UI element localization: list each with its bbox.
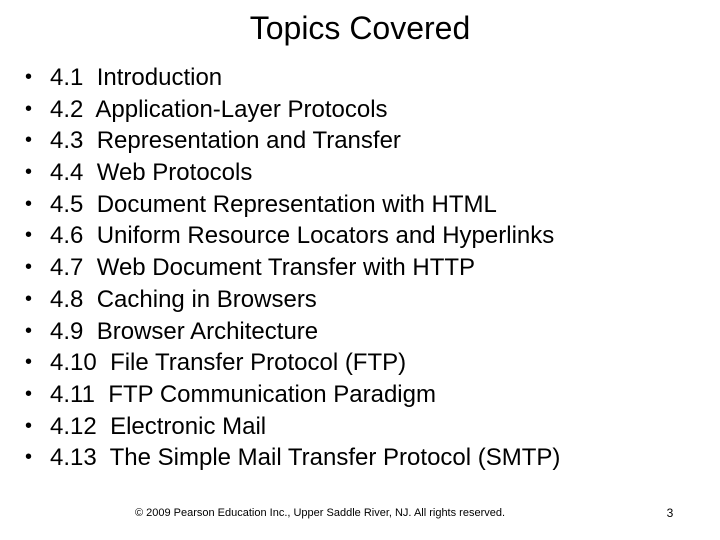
topic-spacer xyxy=(83,96,95,123)
topic-label: FTP Communication Paradigm xyxy=(108,380,436,408)
bullet-icon: • xyxy=(25,319,33,342)
bullet-icon: • xyxy=(25,351,33,374)
list-item: • 4.12 Electronic Mail xyxy=(20,411,700,443)
topic-number: 4.8 xyxy=(50,285,84,313)
topic-label: Web Protocols xyxy=(96,159,253,187)
topic-spacer xyxy=(83,64,96,91)
topic-label: Caching in Browsers xyxy=(96,285,317,313)
list-item: • 4.5 Document Representation with HTML xyxy=(20,189,700,221)
page-number: 3 xyxy=(666,506,674,520)
topic-label: Application-Layer Protocols xyxy=(95,95,388,123)
topic-label: Electronic Mail xyxy=(110,412,267,440)
slide: Topics Covered • 4.1 Introduction • 4.2 App… xyxy=(0,0,720,540)
topic-number: 4.2 xyxy=(50,95,84,123)
topic-spacer xyxy=(83,159,96,186)
list-item: • 4.11 FTP Communication Paradigm xyxy=(20,379,700,411)
topic-spacer xyxy=(83,286,96,313)
topic-number: 4.7 xyxy=(50,254,84,282)
topic-number: 4.5 xyxy=(50,190,84,218)
topic-spacer xyxy=(83,127,96,154)
list-item: • 4.13 The Simple Mail Transfer Protocol … xyxy=(20,442,700,474)
list-item: • 4.2 Application-Layer Protocols xyxy=(20,94,700,126)
topic-spacer xyxy=(83,191,96,218)
topic-label: Browser Architecture xyxy=(96,317,319,345)
list-item: • 4.8 Caching in Browsers xyxy=(20,284,700,316)
topic-number: 4.12 xyxy=(50,412,97,440)
bullet-icon: • xyxy=(25,446,33,469)
topic-label: Document Representation with HTML xyxy=(96,190,497,218)
list-item: • 4.4 Web Protocols xyxy=(20,157,700,189)
topic-label: Introduction xyxy=(96,64,223,91)
topic-label: The Simple Mail Transfer Protocol (SMTP) xyxy=(109,444,561,472)
topic-number: 4.10 xyxy=(50,349,97,377)
bullet-icon: • xyxy=(25,97,33,120)
topic-spacer xyxy=(83,254,96,281)
topic-number: 4.3 xyxy=(50,127,84,155)
topic-spacer xyxy=(83,318,96,345)
list-item: • 4.1 Introduction xyxy=(20,62,700,94)
topic-spacer xyxy=(97,444,110,471)
list-item: • 4.9 Browser Architecture xyxy=(20,316,700,348)
topic-number: 4.9 xyxy=(50,317,84,345)
topic-number: 4.4 xyxy=(50,159,84,187)
bullet-icon: • xyxy=(25,129,33,152)
topic-spacer xyxy=(97,413,110,440)
topic-spacer xyxy=(83,222,96,249)
bullet-icon: • xyxy=(25,224,33,247)
topic-spacer xyxy=(97,349,110,376)
topic-number: 4.13 xyxy=(50,444,97,472)
copyright-text: © 2009 Pearson Education Inc., Upper Sad… xyxy=(134,507,506,519)
bullet-icon: • xyxy=(25,382,33,405)
bullet-icon: • xyxy=(25,192,33,215)
topic-spacer xyxy=(95,381,108,408)
topic-list: • 4.1 Introduction • 4.2 Application-Layer … xyxy=(20,62,700,474)
bullet-icon: • xyxy=(25,414,33,437)
list-item: • 4.3 Representation and Transfer xyxy=(20,125,700,157)
list-item: • 4.10 File Transfer Protocol (FTP) xyxy=(20,347,700,379)
topic-number: 4.11 xyxy=(50,380,95,408)
list-item: • 4.7 Web Document Transfer with HTTP xyxy=(20,252,700,284)
bullet-icon: • xyxy=(25,66,33,88)
topic-label: Uniform Resource Locators and Hyperlinks xyxy=(96,222,555,250)
bullet-icon: • xyxy=(25,161,33,184)
topic-label: Representation and Transfer xyxy=(96,127,401,155)
bullet-icon: • xyxy=(25,287,33,310)
topic-label: File Transfer Protocol (FTP) xyxy=(110,349,407,377)
topic-number: 4.1 xyxy=(50,64,84,91)
topic-label: Web Document Transfer with HTTP xyxy=(96,254,476,282)
topic-number: 4.6 xyxy=(50,222,84,250)
slide-footer: © 2009 Pearson Education Inc., Upper Sad… xyxy=(0,505,720,525)
list-item: • 4.6 Uniform Resource Locators and Hyper… xyxy=(20,220,700,252)
bullet-icon: • xyxy=(25,256,33,279)
page-title: Topics Covered xyxy=(249,10,471,46)
